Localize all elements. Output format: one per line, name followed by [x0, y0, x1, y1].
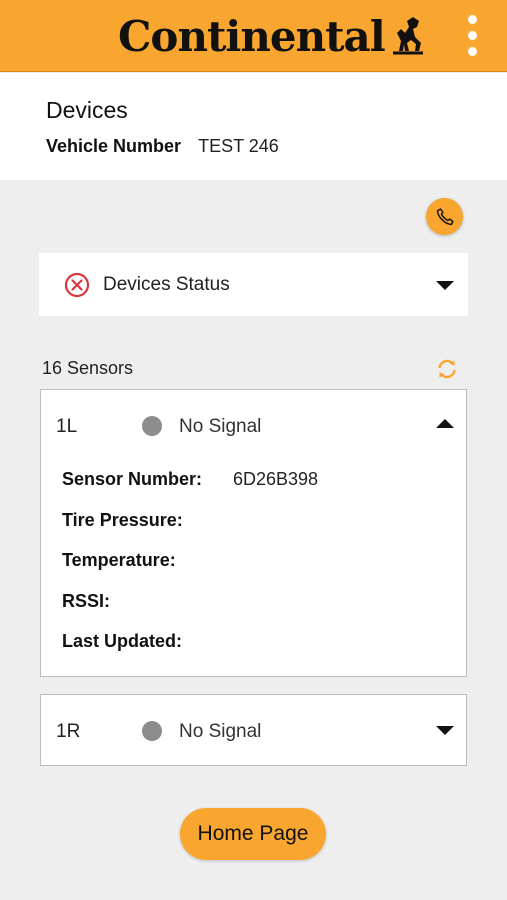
device-header: Devices Vehicle Number TEST 246 [0, 73, 507, 180]
sensor-position: 1L [56, 416, 78, 437]
tire-pressure-label: Tire Pressure: [62, 510, 183, 530]
sensor-position: 1R [56, 721, 81, 742]
chevron-down-icon [436, 281, 454, 290]
more-vertical-icon [467, 14, 477, 24]
more-menu-button[interactable] [458, 10, 486, 60]
phone-icon [436, 207, 454, 225]
chevron-up-icon [436, 419, 454, 428]
page-title: Devices [46, 97, 128, 123]
signal-status-dot [142, 721, 162, 741]
sensor-header-1r[interactable]: 1R No Signal [41, 695, 466, 767]
error-circle-icon [63, 271, 91, 304]
devices-status-label: Devices Status [103, 274, 230, 295]
refresh-button[interactable] [435, 357, 459, 386]
sensor-header-1l[interactable]: 1L No Signal [41, 390, 466, 462]
brand-name: Continental [118, 11, 386, 61]
sensor-number-value: 6D26B398 [233, 469, 319, 489]
sensor-signal-status: No Signal [179, 416, 262, 437]
vehicle-number-label: Vehicle Number [46, 136, 182, 156]
chevron-down-icon [436, 726, 454, 735]
call-button[interactable] [426, 198, 463, 235]
horse-logo-icon [389, 13, 427, 62]
rssi-label: RSSI: [62, 591, 111, 611]
signal-status-dot [142, 416, 162, 436]
temperature-label: Temperature: [62, 550, 176, 570]
sensor-card-1l: 1L No Signal Sensor Number: 6D26B398 Tir… [40, 389, 467, 677]
vehicle-number-value: TEST 246 [198, 136, 279, 156]
sensor-card-1r: 1R No Signal [40, 694, 467, 766]
home-page-button[interactable]: Home Page [180, 808, 326, 860]
sensors-count: 16 Sensors [42, 358, 134, 378]
top-app-bar: Continental [0, 0, 507, 72]
sensor-signal-status: No Signal [179, 721, 262, 742]
refresh-icon [438, 359, 456, 379]
brand-logo: Continental [118, 6, 427, 66]
sensor-number-label: Sensor Number: [62, 469, 203, 489]
last-updated-label: Last Updated: [62, 631, 183, 651]
devices-status-card[interactable]: Devices Status [39, 253, 468, 316]
vehicle-number-row: Vehicle Number TEST 246 [46, 136, 279, 157]
